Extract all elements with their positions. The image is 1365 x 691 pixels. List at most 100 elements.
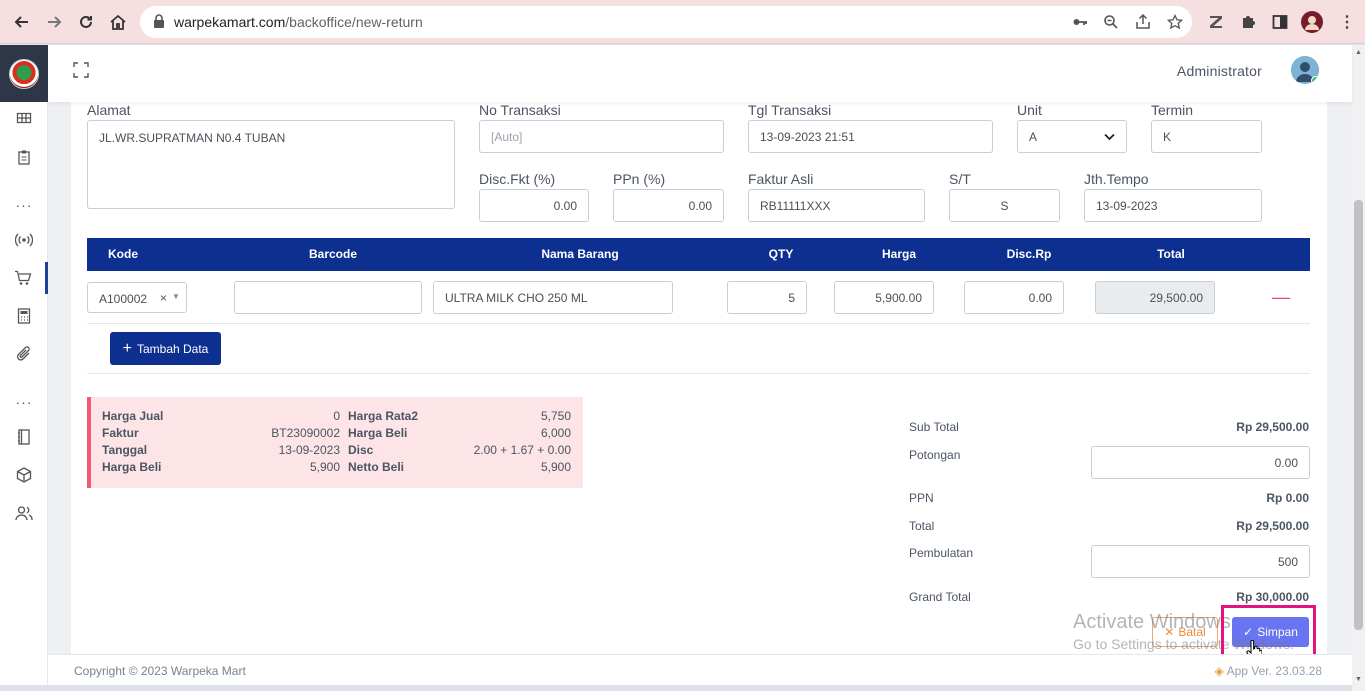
app-version: ◈ App Ver. 23.03.28 <box>1215 664 1322 678</box>
column-header-barcode: Barcode <box>308 247 358 261</box>
total-label: Total <box>909 519 935 533</box>
qty-input[interactable]: 5 <box>727 281 807 314</box>
sidebar-item-cart[interactable] <box>0 262 48 294</box>
sidebar-section-dots: ··· <box>15 197 33 213</box>
user-avatar[interactable] <box>1291 56 1319 84</box>
disc-rp-input[interactable]: 0.00 <box>964 281 1064 314</box>
info-harga-beli-2-value: 6,000 <box>540 426 571 440</box>
share-icon[interactable] <box>1133 12 1153 32</box>
tgl-transaksi-input[interactable]: 13-09-2023 21:51 <box>748 120 993 153</box>
sub-total-value: Rp 29,500.00 <box>1236 420 1309 434</box>
ppn-value: Rp 0.00 <box>1266 491 1309 505</box>
unit-select[interactable]: A <box>1017 120 1127 153</box>
info-faktur-value: BT23090002 <box>271 426 340 440</box>
sidepanel-icon[interactable] <box>1269 11 1291 33</box>
jth-tempo-input[interactable]: 13-09-2023 <box>1084 189 1262 222</box>
section-divider <box>87 373 1310 374</box>
alamat-textarea[interactable]: JL.WR.SUPRATMAN N0.4 TUBAN <box>87 120 455 209</box>
clipboard-icon <box>18 150 30 165</box>
grand-total-value: Rp 30,000.00 <box>1236 590 1309 604</box>
column-header-nama-barang: Nama Barang <box>541 247 619 261</box>
faktur-asli-input[interactable]: RB11111XXX <box>748 189 925 222</box>
sidebar-item-calculator[interactable] <box>0 300 48 332</box>
sidebar-item-dashboard[interactable] <box>0 102 48 134</box>
activate-windows-watermark: Activate Windows <box>1073 611 1231 633</box>
barcode-input[interactable] <box>234 281 422 314</box>
tambah-data-label: Tambah Data <box>136 341 209 356</box>
home-icon[interactable] <box>107 11 129 33</box>
info-harga-beli-label: Harga Beli <box>102 460 162 474</box>
zoom-icon[interactable] <box>1101 12 1121 32</box>
info-tanggal-label: Tanggal <box>102 443 148 457</box>
sidebar-item-broadcast[interactable] <box>0 224 48 256</box>
grand-total-label: Grand Total <box>909 590 971 604</box>
potongan-input[interactable]: 0.00 <box>1091 446 1310 479</box>
items-table-header: Kode Barcode Nama Barang QTY Harga Disc.… <box>87 238 1310 271</box>
st-label: S/T <box>949 171 971 187</box>
forward-icon[interactable] <box>43 11 65 33</box>
st-input[interactable]: S <box>949 189 1060 222</box>
sidebar-item-users[interactable] <box>0 497 48 529</box>
harga-input[interactable]: 5,900.00 <box>834 281 934 314</box>
address-bar[interactable]: warpekamart.com/backoffice/new-return <box>140 6 1192 38</box>
window-bottom-edge <box>0 685 1365 691</box>
browser-menu-icon[interactable]: ⋮ <box>1336 11 1358 33</box>
zotero-extension-icon[interactable] <box>1205 11 1227 33</box>
calculator-icon <box>17 308 31 324</box>
info-netto-beli-label: Netto Beli <box>348 460 405 474</box>
info-harga-beli-value: 5,900 <box>309 460 340 474</box>
total-value: Rp 29,500.00 <box>1236 519 1309 533</box>
remove-row-icon[interactable]: — <box>1272 287 1290 308</box>
sub-total-label: Sub Total <box>909 420 959 434</box>
sidebar-item-package[interactable] <box>0 459 48 491</box>
clear-selection-icon[interactable]: × <box>160 291 167 305</box>
disc-fkt-input[interactable]: 0.00 <box>479 189 589 222</box>
sidebar-item-attachment[interactable] <box>0 338 48 370</box>
scrollbar-thumb[interactable] <box>1354 200 1363 630</box>
layers-icon: ◈ <box>1214 664 1224 678</box>
no-transaksi-input[interactable]: [Auto] <box>479 120 724 153</box>
fullscreen-icon[interactable] <box>73 62 89 83</box>
unit-select-value: A <box>1029 129 1038 144</box>
sidebar-item-notebook[interactable] <box>0 421 48 453</box>
tambah-data-button[interactable]: + Tambah Data <box>110 332 221 365</box>
info-netto-beli-value: 5,900 <box>540 460 571 474</box>
unit-label: Unit <box>1017 102 1042 118</box>
info-tanggal-value: 13-09-2023 <box>278 443 340 457</box>
nama-barang-input[interactable]: ULTRA MILK CHO 250 ML <box>433 281 673 314</box>
broadcast-icon <box>15 233 33 247</box>
potongan-label: Potongan <box>909 448 961 462</box>
termin-input[interactable]: K <box>1151 120 1262 153</box>
pembulatan-input[interactable]: 500 <box>1091 545 1310 578</box>
column-header-qty: QTY <box>768 247 794 261</box>
lock-icon[interactable] <box>153 14 165 33</box>
chevron-down-icon <box>1104 133 1115 140</box>
sidebar-item-clipboard[interactable] <box>0 141 48 173</box>
total-input: 29,500.00 <box>1095 281 1215 314</box>
bookmark-star-icon[interactable] <box>1165 12 1185 32</box>
pembulatan-label: Pembulatan <box>909 546 974 560</box>
reload-icon[interactable] <box>75 11 97 33</box>
sidebar: ··· ··· <box>0 45 48 691</box>
info-harga-rata2-label: Harga Rata2 <box>348 409 419 423</box>
back-icon[interactable] <box>11 11 33 33</box>
caret-down-icon[interactable]: ▼ <box>172 292 180 301</box>
page-scrollbar[interactable]: ▲ ▼ <box>1352 45 1365 691</box>
app-version-text: App Ver. 23.03.28 <box>1226 664 1322 678</box>
ppn-percent-input[interactable]: 0.00 <box>613 189 724 222</box>
copyright-text: Copyright © 2023 Warpeka Mart <box>74 664 246 678</box>
termin-label: Termin <box>1151 102 1194 118</box>
scroll-down-icon[interactable]: ▼ <box>1355 676 1362 683</box>
kode-select-value: A100002 <box>99 292 148 306</box>
online-status-dot <box>1311 76 1319 84</box>
app-header: Administrator <box>48 45 1352 102</box>
key-icon[interactable] <box>1070 12 1090 32</box>
url-path: /backoffice/new-return <box>285 14 423 30</box>
sidebar-logo[interactable] <box>0 45 48 102</box>
browser-toolbar: warpekamart.com/backoffice/new-return ⋮ <box>0 0 1365 44</box>
kode-select[interactable]: A100002 × ▼ <box>87 282 187 313</box>
extensions-puzzle-icon[interactable] <box>1237 11 1259 33</box>
user-name[interactable]: Administrator <box>1177 63 1262 79</box>
profile-avatar-icon[interactable] <box>1301 11 1323 33</box>
scroll-up-icon[interactable]: ▲ <box>1355 49 1362 56</box>
